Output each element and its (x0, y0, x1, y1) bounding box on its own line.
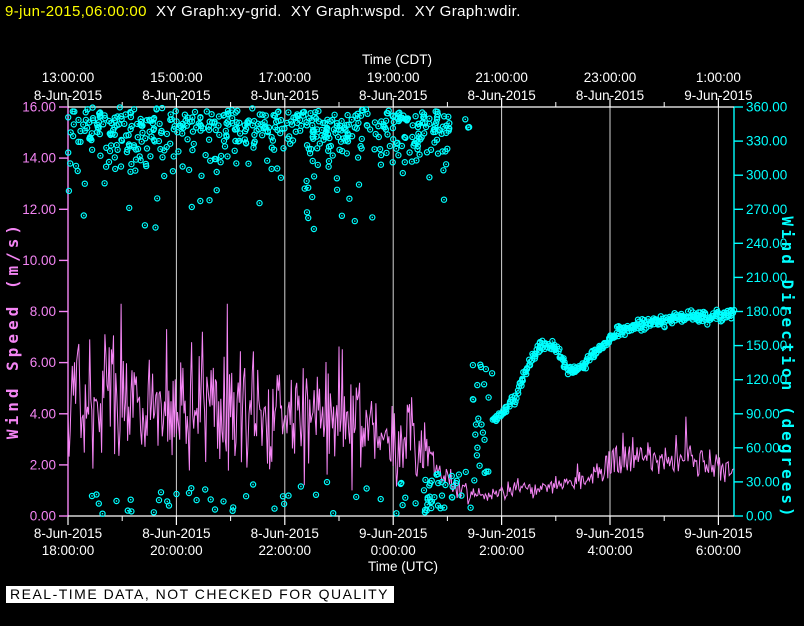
left-tick-label: 6.00 (30, 355, 56, 370)
bottom-tick-date: 9-Jun-2015 (359, 526, 427, 541)
titlebar-graphs: XY Graph:xy-grid. XY Graph:wspd. XY Grap… (156, 3, 521, 20)
top-tick-date: 9-Jun-2015 (684, 88, 752, 103)
left-tick-label: 4.00 (30, 406, 56, 421)
bottom-tick-time: 20:00:00 (150, 543, 203, 558)
left-tick-label: 14.00 (22, 151, 56, 166)
top-tick-time: 13:00:00 (42, 70, 95, 85)
app-window: 9-jun-2015,06:00:00 XY Graph:xy-grid. XY… (0, 0, 804, 626)
right-tick-label: 30.00 (746, 474, 780, 489)
right-tick-label: 0.00 (746, 509, 772, 524)
y-axis-right-title: Wind Direction (degrees) (778, 216, 797, 519)
left-tick-label: 12.00 (22, 202, 56, 217)
right-tick-label: 330.00 (746, 134, 787, 149)
titlebar-graph-list (147, 3, 156, 20)
left-tick-label: 8.00 (30, 304, 56, 319)
bottom-tick-time: 22:00:00 (259, 543, 312, 558)
top-tick-date: 8-Jun-2015 (142, 88, 210, 103)
top-tick-date: 8-Jun-2015 (251, 88, 319, 103)
bottom-tick-date: 8-Jun-2015 (142, 526, 210, 541)
top-tick-date: 8-Jun-2015 (576, 88, 644, 103)
top-tick-time: 21:00:00 (475, 70, 528, 85)
bottom-tick-date: 9-Jun-2015 (684, 526, 752, 541)
left-tick-label: 10.00 (22, 253, 56, 268)
bottom-tick-time: 18:00:00 (42, 543, 95, 558)
left-tick-label: 16.00 (22, 100, 56, 115)
top-tick-time: 17:00:00 (259, 70, 312, 85)
bottom-tick-date: 9-Jun-2015 (467, 526, 535, 541)
right-tick-label: 360.00 (746, 100, 787, 115)
bottom-tick-date: 8-Jun-2015 (251, 526, 319, 541)
bottom-tick-date: 8-Jun-2015 (34, 526, 102, 541)
y-axis-left-title: Wind Speed (m/s) (3, 221, 22, 439)
right-tick-label: 90.00 (746, 406, 780, 421)
top-tick-date: 8-Jun-2015 (359, 88, 427, 103)
right-tick-label: 270.00 (746, 202, 787, 217)
bottom-tick-date: 9-Jun-2015 (576, 526, 644, 541)
left-tick-label: 2.00 (30, 457, 56, 472)
plot-area[interactable] (68, 107, 734, 516)
top-tick-time: 23:00:00 (584, 70, 637, 85)
xy-graph: 13:00:00 8-Jun-2015 8-Jun-2015 18:00:00 15:0… (3, 52, 797, 574)
top-tick-time: 15:00:00 (150, 70, 203, 85)
bottom-tick-time: 6:00:00 (696, 543, 741, 558)
quality-banner: REAL-TIME DATA, NOT CHECKED FOR QUALITY (6, 586, 394, 603)
bottom-tick-time: 0:00:00 (371, 543, 416, 558)
top-tick-time: 1:00:00 (696, 70, 741, 85)
bottom-tick-time: 2:00:00 (479, 543, 524, 558)
top-tick-time: 19:00:00 (367, 70, 420, 85)
titlebar: 9-jun-2015,06:00:00 XY Graph:xy-grid. XY… (5, 2, 521, 22)
right-tick-label: 300.00 (746, 168, 787, 183)
titlebar-datetime: 9-jun-2015,06:00:00 (5, 3, 147, 20)
bottom-tick-time: 4:00:00 (587, 543, 632, 558)
x-axis-top-title: Time (CDT) (362, 52, 432, 67)
x-axis-bottom-title: Time (UTC) (368, 559, 438, 574)
left-tick-label: 0.00 (30, 509, 56, 524)
right-tick-label: 60.00 (746, 440, 780, 455)
top-tick-date: 8-Jun-2015 (467, 88, 535, 103)
quality-banner-text: REAL-TIME DATA, NOT CHECKED FOR QUALITY (10, 586, 389, 602)
